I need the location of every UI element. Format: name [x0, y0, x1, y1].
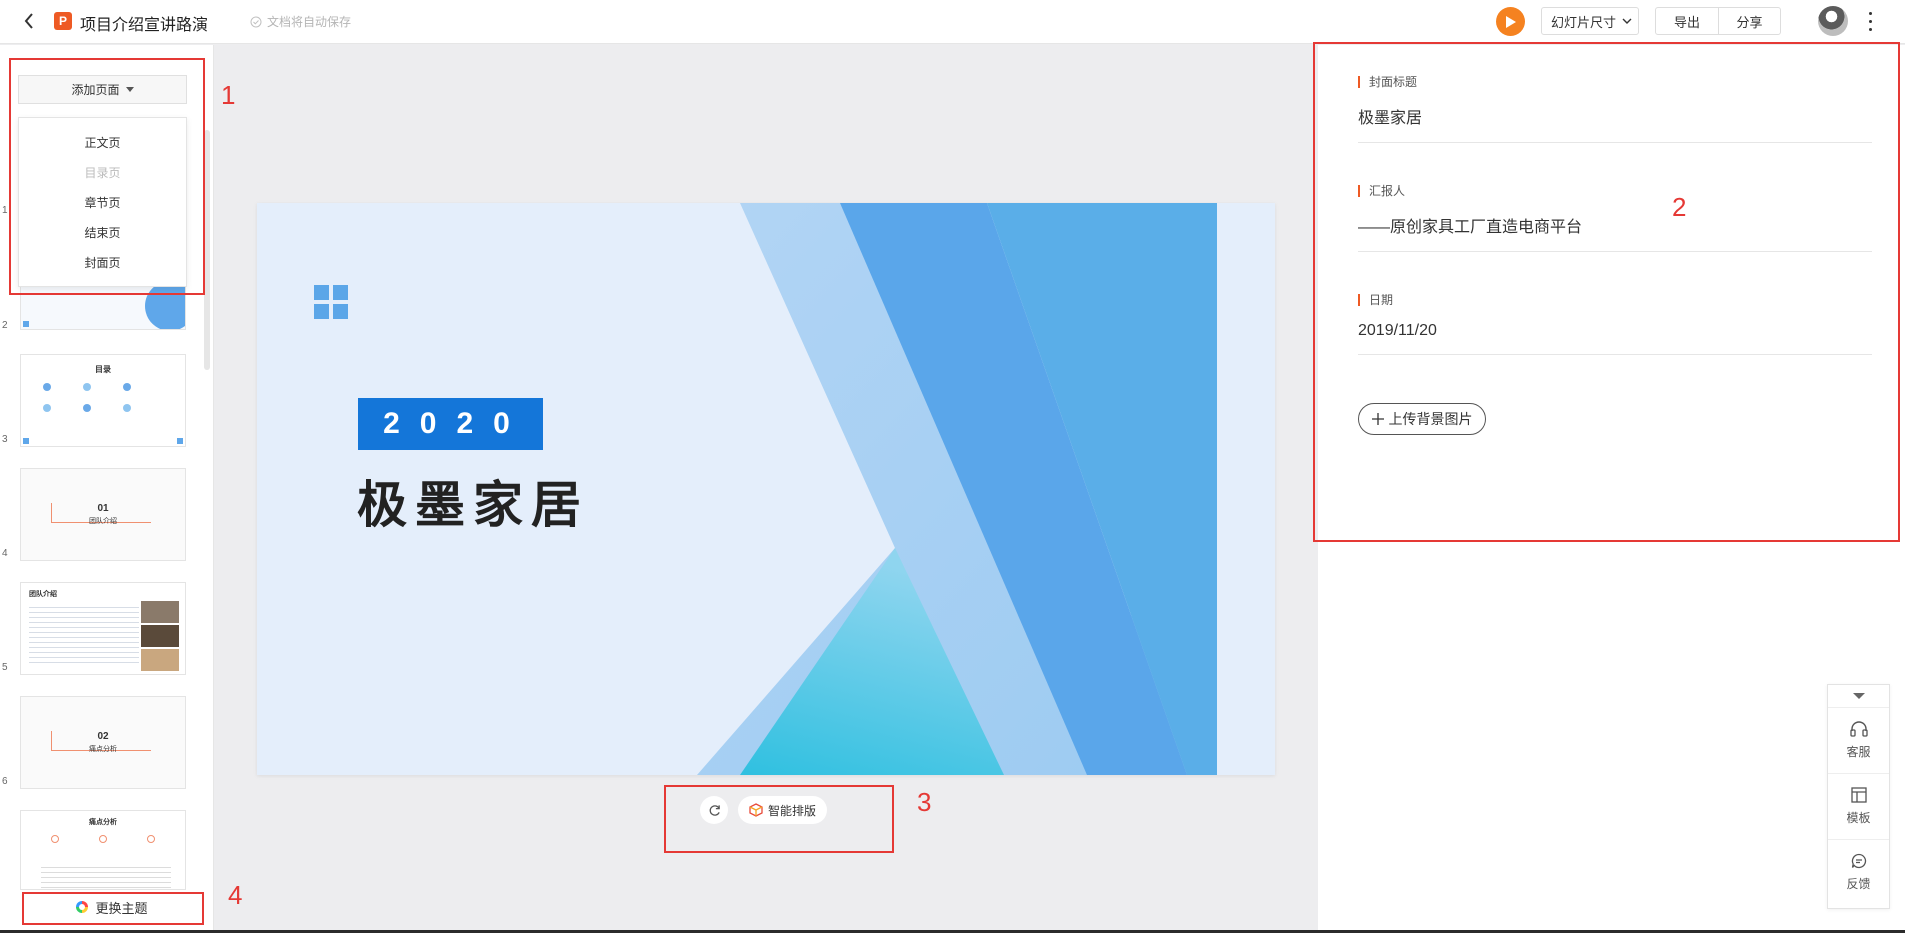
template-button[interactable]: 模板 — [1828, 773, 1889, 839]
slide-title[interactable]: 极墨家居 — [357, 465, 589, 537]
page-type-dropdown: 正文页 目录页 章节页 结束页 封面页 — [18, 117, 187, 287]
page-type-chapter[interactable]: 章节页 — [19, 187, 186, 217]
thumbnail-number: 1 — [2, 205, 8, 216]
document-title[interactable]: 项目介绍宣讲路演 — [80, 11, 208, 35]
thumbnail-title: 痛点分析 — [89, 819, 117, 826]
change-theme-label: 更换主题 — [95, 900, 148, 916]
back-icon[interactable] — [20, 12, 38, 30]
thumbnail-number: 5 — [2, 662, 8, 673]
properties-panel: 封面标题 极墨家居 汇报人 ——原创家具工厂直造电商平台 日期 2019/11/… — [1318, 45, 1905, 933]
field-reporter: 汇报人 ——原创家具工厂直造电商平台 — [1358, 185, 1872, 252]
slide-logo-icon — [314, 285, 348, 319]
caret-down-icon — [1852, 693, 1865, 699]
annotation-number-1: 1 — [221, 80, 236, 110]
sidebar-scrollbar[interactable] — [204, 130, 210, 370]
template-label: 模板 — [1846, 811, 1871, 825]
slide-size-select[interactable]: 幻灯片尺寸 — [1541, 7, 1639, 35]
slide-thumbnail-7[interactable]: 痛点分析 — [20, 810, 186, 890]
field-cover-title: 封面标题 极墨家居 — [1358, 76, 1872, 143]
page-type-body[interactable]: 正文页 — [19, 127, 186, 157]
chat-icon — [1851, 853, 1866, 869]
thumbnail-section: 02 — [97, 731, 109, 742]
more-icon[interactable] — [1866, 9, 1874, 33]
export-share-group: 导出 分享 — [1655, 7, 1781, 35]
thumbnail-number: 3 — [2, 434, 8, 445]
slide-size-label: 幻灯片尺寸 — [1551, 14, 1617, 30]
check-circle-icon — [250, 16, 262, 27]
caret-down-icon — [125, 87, 134, 92]
slide-canvas[interactable]: 2020 极墨家居 — [257, 203, 1275, 775]
thumbnail-subtitle: 团队介绍 — [89, 518, 117, 525]
field-label: 封面标题 — [1358, 76, 1872, 88]
annotation-number-4: 4 — [228, 880, 243, 910]
date-input[interactable]: 2019/11/20 — [1358, 322, 1872, 355]
page-type-toc: 目录页 — [84, 165, 121, 180]
thumbnail-title: 团队介绍 — [29, 591, 57, 598]
collapse-button[interactable] — [1828, 685, 1889, 707]
play-icon — [1506, 15, 1516, 28]
play-button[interactable] — [1496, 7, 1525, 36]
feedback-label: 反馈 — [1846, 877, 1871, 891]
export-button[interactable]: 导出 — [1656, 8, 1718, 34]
palette-icon — [76, 901, 89, 913]
headset-icon — [1849, 721, 1868, 737]
thumbnail-number: 4 — [2, 548, 8, 559]
add-page-button[interactable]: 添加页面 — [18, 75, 187, 104]
thumbnail-section: 01 — [97, 503, 109, 514]
slide-thumbnail-6[interactable]: 02 痛点分析 — [20, 696, 186, 789]
annotation-number-3: 3 — [917, 787, 932, 817]
smart-layout-label: 智能排版 — [768, 803, 817, 818]
reporter-input[interactable]: ——原创家具工厂直造电商平台 — [1358, 213, 1872, 252]
app-logo-icon: P — [54, 12, 72, 30]
help-widget: 客服 模板 反馈 — [1827, 684, 1890, 909]
feedback-button[interactable]: 反馈 — [1828, 839, 1889, 905]
field-label: 日期 — [1358, 294, 1872, 306]
field-date: 日期 2019/11/20 — [1358, 294, 1872, 355]
autosave-text: 文档将自动保存 — [267, 15, 352, 29]
smart-layout-button[interactable]: 智能排版 — [738, 796, 828, 824]
cover-title-input[interactable]: 极墨家居 — [1358, 104, 1872, 143]
plus-icon — [1371, 413, 1384, 425]
customer-service-label: 客服 — [1846, 745, 1871, 759]
share-button[interactable]: 分享 — [1718, 8, 1780, 34]
cube-icon — [749, 803, 763, 817]
page-type-cover[interactable]: 封面页 — [19, 247, 186, 277]
upload-background-button[interactable]: 上传背景图片 — [1358, 403, 1486, 435]
annotation-number-2: 2 — [1672, 192, 1687, 222]
avatar[interactable] — [1818, 6, 1848, 36]
refresh-button[interactable] — [700, 796, 728, 824]
slide-tools-bar: 智能排版 — [700, 796, 828, 824]
thumbnail-number: 2 — [2, 320, 8, 331]
field-label: 汇报人 — [1358, 185, 1872, 197]
customer-service-button[interactable]: 客服 — [1828, 707, 1889, 773]
refresh-icon — [709, 804, 720, 816]
thumbnail-subtitle: 痛点分析 — [89, 746, 117, 753]
layout-icon — [1850, 787, 1867, 803]
change-theme-button[interactable]: 更换主题 — [22, 893, 202, 921]
thumbnail-number: 6 — [2, 776, 8, 787]
page-type-ending[interactable]: 结束页 — [19, 217, 186, 247]
add-page-label: 添加页面 — [71, 83, 120, 97]
chevron-down-icon — [1622, 18, 1632, 24]
autosave-status: 文档将自动保存 — [250, 13, 351, 30]
upload-background-label: 上传背景图片 — [1388, 411, 1473, 427]
slide-thumbnail-4[interactable]: 01 团队介绍 — [20, 468, 186, 561]
slide-thumbnail-5[interactable]: 团队介绍 — [20, 582, 186, 675]
top-bar: P 项目介绍宣讲路演 文档将自动保存 幻灯片尺寸 导出 分享 — [0, 0, 1905, 44]
slide-year[interactable]: 2020 — [358, 398, 543, 450]
page-sidebar: 添加页面 正文页 目录页 章节页 结束页 封面页 1 2 3 目录 4 01 团… — [0, 45, 214, 933]
thumbnail-title: 目录 — [95, 365, 111, 374]
slide-thumbnail-3[interactable]: 目录 — [20, 354, 186, 447]
